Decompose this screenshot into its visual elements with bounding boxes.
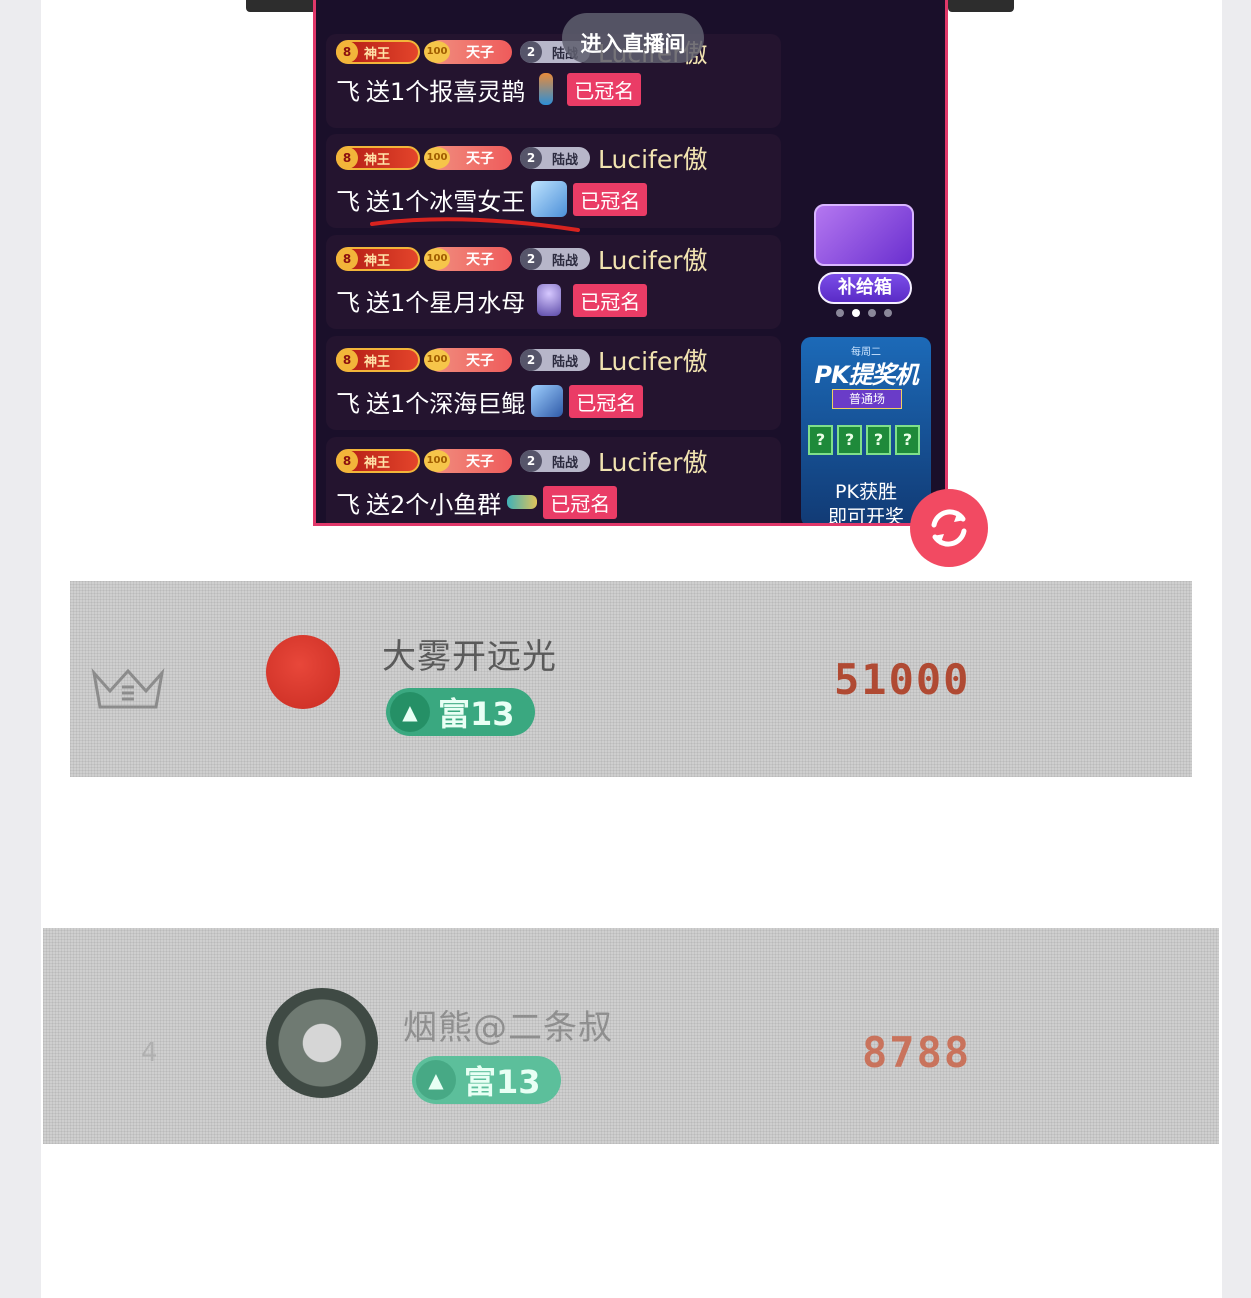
badge-shenwang: 8 神王 bbox=[336, 40, 420, 64]
heart-badge-icon: 100 bbox=[424, 248, 450, 270]
jellyfish-gift-icon bbox=[537, 284, 562, 316]
badge-luzhan: 2 陆战 bbox=[520, 349, 590, 371]
badge-shenwang: 8 神王 bbox=[336, 247, 420, 271]
heart-badge-icon: 100 bbox=[424, 349, 450, 371]
badge-tianzi: 100 天子 bbox=[424, 247, 512, 271]
badge-luzhan: 2 陆战 bbox=[520, 147, 590, 169]
pk-win-text: PK获胜 bbox=[835, 481, 897, 503]
rank-badge-icon: 2 bbox=[520, 349, 542, 371]
whale-gift-icon bbox=[531, 385, 564, 417]
gift-text: 送1个星月水母 bbox=[366, 288, 526, 317]
heart-badge-icon: 100 bbox=[424, 147, 450, 169]
badge-shen-icon: 8 bbox=[336, 41, 358, 63]
user-avatar[interactable] bbox=[266, 988, 378, 1098]
crown-tag: 已冠名 bbox=[573, 283, 648, 317]
rank-badge-icon: 2 bbox=[520, 450, 542, 472]
wealth-level-badge: ▲ 富13 bbox=[412, 1056, 561, 1104]
top-bar-left bbox=[246, 0, 318, 12]
level-icon: ▲ bbox=[416, 1060, 456, 1100]
crown-tag: 已冠名 bbox=[567, 72, 642, 106]
contribution-score: 51000 bbox=[834, 655, 971, 704]
magpie-gift-icon bbox=[539, 73, 554, 105]
wealth-level-badge: ▲ 富13 bbox=[386, 688, 535, 736]
badge-luzhan: 2 陆战 bbox=[520, 248, 590, 270]
gift-text: 送1个报喜灵鹊 bbox=[366, 77, 526, 106]
badge-tianzi: 100 天子 bbox=[424, 40, 512, 64]
sender-name[interactable]: Lucifer傲 bbox=[598, 241, 708, 277]
live-gift-panel: 进入直播间 8神王 100天子 2陆战 Lucifer傲 飞 送1个报喜灵鹊 已… bbox=[313, 0, 948, 526]
crown-tag: 已冠名 bbox=[569, 384, 644, 418]
user-name: 大雾开远光 bbox=[382, 637, 557, 677]
badge-shen-icon: 8 bbox=[336, 248, 358, 270]
gift-text: 送1个深海巨鲲 bbox=[366, 389, 526, 418]
badge-luzhan: 2 陆战 bbox=[520, 450, 590, 472]
crown-tag: 已冠名 bbox=[573, 182, 648, 216]
user-avatar[interactable] bbox=[266, 635, 340, 709]
badge-shen-icon: 8 bbox=[336, 450, 358, 472]
gift-message: 8 神王 100 天子 2 陆战 Lucifer傲 飞 送1个星月水母 已冠名 bbox=[326, 235, 781, 329]
badge-shen-icon: 8 bbox=[336, 349, 358, 371]
sender-name[interactable]: Lucifer傲 bbox=[598, 140, 708, 176]
supply-chest-icon[interactable] bbox=[814, 204, 914, 266]
supply-chest-label[interactable]: 补给箱 bbox=[818, 272, 912, 304]
user-name: 烟熊@二条叔 bbox=[403, 1008, 613, 1048]
refresh-icon bbox=[931, 509, 967, 547]
rank-badge-icon: 2 bbox=[520, 248, 542, 270]
rank-badge-icon: 2 bbox=[520, 41, 542, 63]
top-bar-right bbox=[948, 0, 1014, 12]
pk-mystery-boxes: ? ? ? ? bbox=[808, 425, 920, 455]
badge-shenwang: 8 神王 bbox=[336, 348, 420, 372]
gift-prefix: 飞 bbox=[336, 389, 360, 418]
ice-queen-gift-icon bbox=[531, 181, 568, 217]
refresh-button[interactable] bbox=[910, 489, 988, 567]
rank-number: 4 bbox=[141, 1038, 158, 1068]
badge-tianzi: 100 天子 bbox=[424, 348, 512, 372]
level-icon: ▲ bbox=[390, 692, 430, 732]
gift-text: 送1个冰雪女王 bbox=[366, 187, 526, 216]
gift-prefix: 飞 bbox=[336, 288, 360, 317]
gift-message: 8 神王 100 天子 2 陆战 Lucifer傲 飞 送1个冰雪女王 已冠名 bbox=[326, 134, 781, 228]
gift-prefix: 飞 bbox=[336, 187, 360, 216]
gift-prefix: 飞 bbox=[336, 77, 360, 106]
badge-shenwang: 8 神王 bbox=[336, 146, 420, 170]
enter-live-room-button[interactable]: 进入直播间 bbox=[562, 13, 704, 63]
contribution-score: 8788 bbox=[862, 1028, 972, 1077]
badge-tianzi: 100 天子 bbox=[424, 449, 512, 473]
heart-badge-icon: 100 bbox=[424, 450, 450, 472]
sender-name[interactable]: Lucifer傲 bbox=[598, 443, 708, 479]
red-underline-annotation bbox=[370, 217, 580, 232]
pk-subtitle: 普通场 bbox=[832, 389, 902, 409]
heart-badge-icon: 100 bbox=[424, 41, 450, 63]
badge-shen-icon: 8 bbox=[336, 147, 358, 169]
crown-tag: 已冠名 bbox=[543, 485, 618, 519]
badge-shenwang: 8 神王 bbox=[336, 449, 420, 473]
gift-prefix: 飞 bbox=[336, 490, 360, 519]
pk-title: PK提奖机 bbox=[814, 361, 918, 389]
ranking-row-photo: 大雾开远光 ▲ 富13 51000 bbox=[70, 581, 1192, 777]
rank-badge-icon: 2 bbox=[520, 147, 542, 169]
gift-message: 8 神王 100 天子 2 陆战 Lucifer傲 飞 送2个小鱼群 已冠名 bbox=[326, 437, 781, 523]
gift-message: 8神王 100天子 2陆战 Lucifer傲 飞 送1个报喜灵鹊 已冠名 bbox=[326, 34, 781, 128]
crown-icon bbox=[91, 668, 165, 709]
carousel-dots bbox=[836, 309, 892, 317]
fish-school-gift-icon bbox=[507, 495, 538, 509]
gift-text: 送2个小鱼群 bbox=[366, 490, 502, 519]
pk-reward-machine-card[interactable]: 每周二 PK提奖机 普通场 ? ? ? ? PK获胜 即可开奖 bbox=[801, 337, 931, 523]
sender-name[interactable]: Lucifer傲 bbox=[598, 342, 708, 378]
gift-message: 8 神王 100 天子 2 陆战 Lucifer傲 飞 送1个深海巨鲲 已冠名 bbox=[326, 336, 781, 430]
ranking-row-photo: 4 烟熊@二条叔 ▲ 富13 8788 bbox=[43, 928, 1219, 1144]
badge-tianzi: 100 天子 bbox=[424, 146, 512, 170]
